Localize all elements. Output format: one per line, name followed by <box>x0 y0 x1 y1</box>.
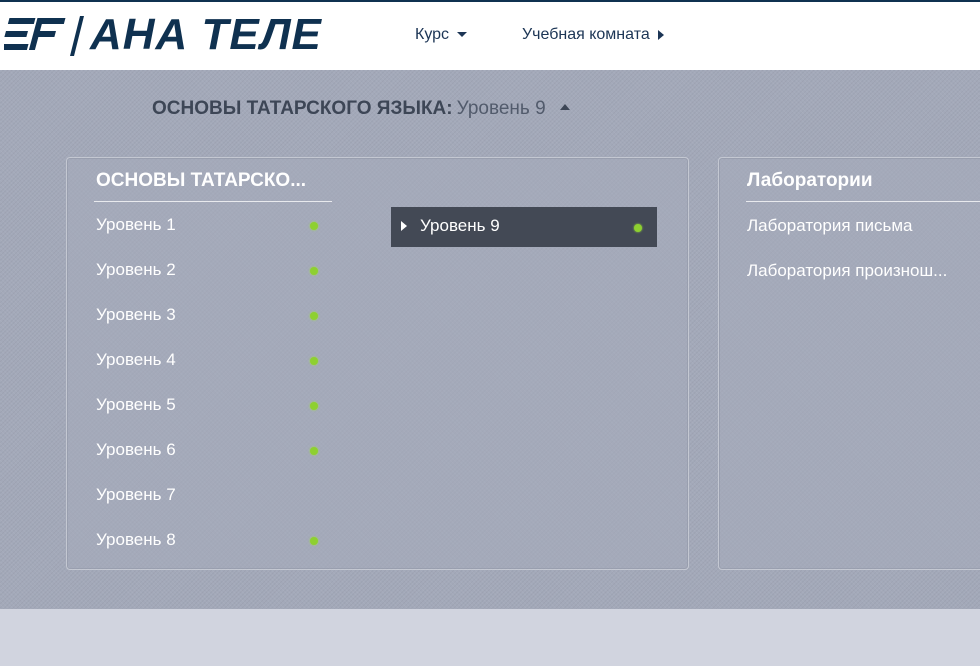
selected-level-9[interactable]: Уровень 9 <box>391 207 657 247</box>
nav-classroom-label: Учебная комната <box>522 26 650 43</box>
ef-logo-icon <box>4 18 66 50</box>
level-label: Уровень 6 <box>96 440 176 459</box>
level-item-8[interactable]: Уровень 8 <box>96 530 326 554</box>
level-label: Уровень 2 <box>96 260 176 279</box>
logo-text: АНА ТЕЛЕ <box>90 10 322 59</box>
completed-dot-icon <box>310 267 318 275</box>
level-label: Уровень 1 <box>96 215 176 234</box>
level-label: Уровень 5 <box>96 395 176 414</box>
chevron-right-icon <box>657 29 664 40</box>
completed-dot-icon <box>310 447 318 455</box>
level-item-2[interactable]: Уровень 2 <box>96 260 326 284</box>
top-bar: АНА ТЕЛЕ Курс Учебная комната <box>0 0 980 70</box>
course-panel-title: ОСНОВЫ ТАТАРСКО... <box>96 170 307 191</box>
level-item-1[interactable]: Уровень 1 <box>96 215 326 239</box>
chevron-down-icon <box>457 32 468 38</box>
selected-level-label: Уровень 9 <box>420 216 500 235</box>
completed-dot-icon <box>310 222 318 230</box>
breadcrumb-level: Уровень 9 <box>456 98 546 119</box>
lab-item-pronunciation[interactable]: Лаборатория произнош... <box>747 261 947 281</box>
completed-dot-icon <box>310 537 318 545</box>
divider <box>746 201 980 202</box>
level-label: Уровень 8 <box>96 530 176 549</box>
labs-panel: Лаборатории Лаборатория письма Лаборатор… <box>718 157 980 570</box>
nav-course-label: Курс <box>415 26 450 43</box>
play-arrow-icon <box>401 221 407 231</box>
completed-dot-icon <box>310 402 318 410</box>
level-item-6[interactable]: Уровень 6 <box>96 440 326 464</box>
level-item-3[interactable]: Уровень 3 <box>96 305 326 329</box>
level-label: Уровень 3 <box>96 305 176 324</box>
breadcrumb-course: ОСНОВЫ ТАТАРСКОГО ЯЗЫКА: <box>152 98 453 119</box>
level-item-4[interactable]: Уровень 4 <box>96 350 326 374</box>
lab-item-writing[interactable]: Лаборатория письма <box>747 216 912 236</box>
chevron-up-icon[interactable] <box>559 103 570 110</box>
completed-dot-icon <box>310 312 318 320</box>
nav-course-menu[interactable]: Курс <box>415 26 468 44</box>
completed-dot-icon <box>634 224 642 232</box>
labs-panel-title: Лаборатории <box>747 170 873 191</box>
divider <box>94 201 332 202</box>
breadcrumb[interactable]: ОСНОВЫ ТАТАРСКОГО ЯЗЫКА: Уровень 9 <box>152 98 570 120</box>
nav-classroom-menu[interactable]: Учебная комната <box>522 26 664 44</box>
level-item-5[interactable]: Уровень 5 <box>96 395 326 419</box>
course-panel: ОСНОВЫ ТАТАРСКО... Уровень 1 Уровень 2 У… <box>66 157 689 570</box>
logo-divider-icon <box>70 16 84 56</box>
level-item-7[interactable]: Уровень 7 <box>96 485 326 509</box>
level-label: Уровень 4 <box>96 350 176 369</box>
main-area: ОСНОВЫ ТАТАРСКОГО ЯЗЫКА: Уровень 9 ОСНОВЫ… <box>0 70 980 609</box>
level-label: Уровень 7 <box>96 485 176 504</box>
completed-dot-icon <box>310 357 318 365</box>
